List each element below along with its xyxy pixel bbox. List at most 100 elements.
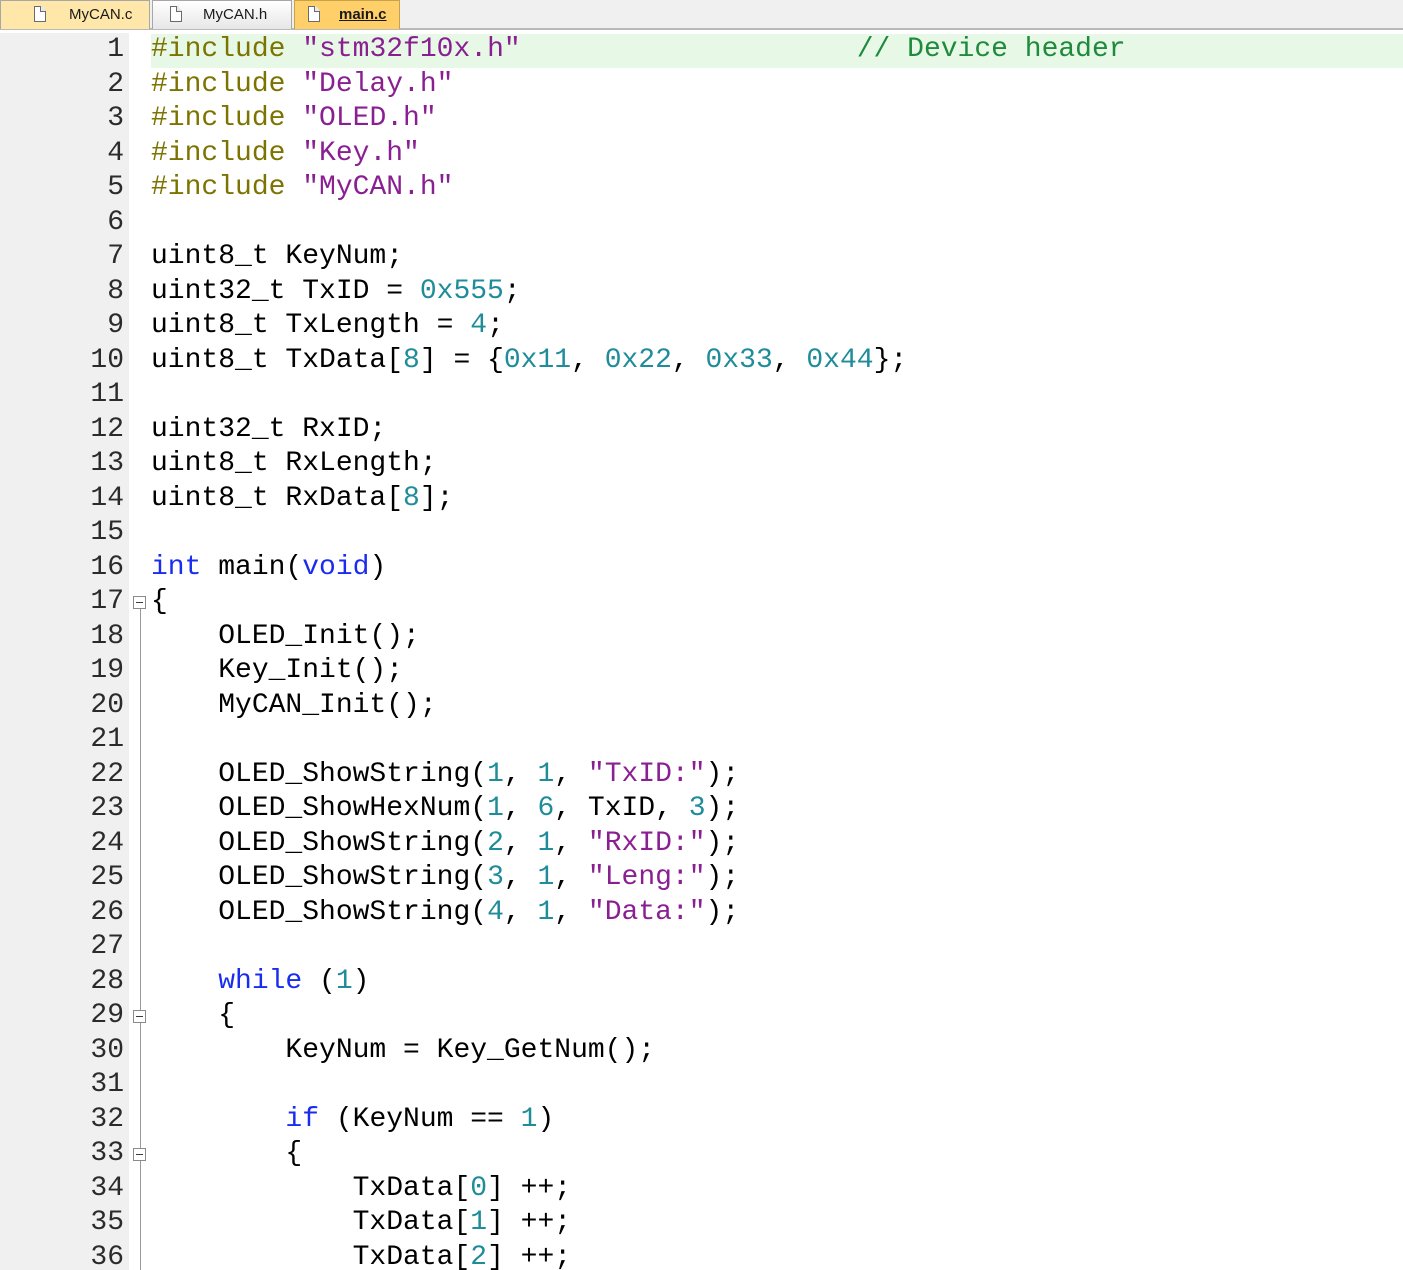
- code-token: ,: [503, 896, 538, 928]
- editor-tab-bar: MyCAN.c MyCAN.h main.c: [0, 0, 1403, 30]
- code-line[interactable]: 4 #include "Key.h": [0, 137, 1403, 172]
- code-token: TxData[: [151, 1241, 471, 1270]
- line-number: 22: [90, 758, 124, 790]
- code-line[interactable]: 27: [0, 930, 1403, 965]
- line-number: 20: [90, 689, 124, 721]
- line-number: 11: [90, 379, 124, 410]
- code-token: 1: [335, 965, 353, 997]
- code-token: OLED_ShowString(: [151, 827, 488, 859]
- code-line[interactable]: 10 uint8_t TxData[8] = {0x11, 0x22, 0x33,…: [0, 344, 1403, 379]
- line-number: 28: [90, 965, 124, 997]
- code-line[interactable]: 29 {: [0, 999, 1403, 1034]
- code-token: "Key.h": [302, 137, 420, 169]
- code-token: "stm32f10x.h": [302, 34, 521, 65]
- line-number: 8: [107, 275, 124, 307]
- code-line[interactable]: 31: [0, 1068, 1403, 1103]
- code-token: ;: [503, 275, 521, 307]
- code-line[interactable]: 9 uint8_t TxLength = 4;: [0, 309, 1403, 344]
- tab-mycan-h[interactable]: MyCAN.h: [152, 0, 292, 29]
- line-code: #include "Key.h": [151, 137, 420, 171]
- code-line[interactable]: 22 OLED_ShowString(1, 1, "TxID:");: [0, 758, 1403, 793]
- code-token: OLED_ShowString(: [151, 896, 488, 928]
- line-number: 33: [90, 1138, 124, 1169]
- code-line[interactable]: 1 #include "stm32f10x.h" // Device header: [0, 33, 1403, 68]
- code-line[interactable]: 26 OLED_ShowString(4, 1, "Data:");: [0, 896, 1403, 931]
- code-line[interactable]: 14 uint8_t RxData[8];: [0, 482, 1403, 517]
- code-editor[interactable]: 1 #include "stm32f10x.h" // Device header…: [0, 33, 1403, 1270]
- code-token: 4: [487, 896, 504, 928]
- code-line[interactable]: 12 uint32_t RxID;: [0, 413, 1403, 448]
- code-token: ,: [554, 827, 588, 859]
- code-token: (KeyNum ==: [319, 1103, 521, 1135]
- code-token: uint32_t RxID;: [151, 413, 387, 445]
- fold-toggle-icon[interactable]: [133, 1010, 146, 1023]
- tab-mycan-c[interactable]: MyCAN.c: [0, 0, 150, 29]
- line-number: 21: [90, 724, 124, 755]
- code-line[interactable]: 8 uint32_t TxID = 0x555;: [0, 275, 1403, 310]
- code-token: );: [705, 793, 740, 824]
- line-code: while (1): [151, 965, 369, 999]
- line-number: 9: [107, 310, 124, 341]
- code-line[interactable]: 5 #include "MyCAN.h": [0, 171, 1403, 206]
- line-code: #include "OLED.h": [151, 102, 437, 136]
- code-line[interactable]: 28 while (1): [0, 965, 1403, 1000]
- code-line[interactable]: 11: [0, 378, 1403, 413]
- line-code: uint8_t KeyNum;: [151, 240, 403, 274]
- code-token: 0: [470, 1172, 488, 1204]
- code-line[interactable]: 33 {: [0, 1137, 1403, 1172]
- code-line[interactable]: 20 MyCAN_Init();: [0, 689, 1403, 724]
- code-token: main(: [201, 551, 303, 583]
- code-line[interactable]: 36 TxData[2] ++;: [0, 1241, 1403, 1270]
- code-token: "OLED.h": [302, 103, 437, 134]
- line-code: int main(void): [151, 551, 386, 585]
- code-token: 2: [487, 827, 504, 859]
- code-line[interactable]: 7 uint8_t KeyNum;: [0, 240, 1403, 275]
- code-line[interactable]: 32 if (KeyNum == 1): [0, 1103, 1403, 1138]
- code-line[interactable]: 18 OLED_Init();: [0, 620, 1403, 655]
- code-line[interactable]: 13 uint8_t RxLength;: [0, 447, 1403, 482]
- code-line[interactable]: 6: [0, 206, 1403, 241]
- line-number: 35: [90, 1207, 124, 1238]
- fold-toggle-icon[interactable]: [133, 596, 146, 609]
- tab-main-c[interactable]: main.c: [294, 0, 400, 29]
- code-line[interactable]: 35 TxData[1] ++;: [0, 1206, 1403, 1241]
- code-line[interactable]: 17 {: [0, 585, 1403, 620]
- code-line[interactable]: 34 TxData[0] ++;: [0, 1172, 1403, 1207]
- code-line[interactable]: 21: [0, 723, 1403, 758]
- code-line[interactable]: 30 KeyNum = Key_GetNum();: [0, 1034, 1403, 1069]
- line-number: 36: [90, 1241, 124, 1270]
- code-line[interactable]: 25 OLED_ShowString(3, 1, "Leng:");: [0, 861, 1403, 896]
- code-token: 1: [487, 758, 504, 790]
- line-number: 5: [107, 172, 124, 203]
- code-line[interactable]: 16 int main(void): [0, 551, 1403, 586]
- code-token: "Delay.h": [302, 68, 454, 100]
- code-token: #include: [151, 103, 303, 134]
- code-line[interactable]: 15: [0, 516, 1403, 551]
- line-code: Key_Init();: [151, 654, 403, 688]
- file-icon: [34, 6, 46, 22]
- line-code: OLED_ShowString(2, 1, "RxID:");: [151, 827, 739, 861]
- line-code: OLED_ShowString(3, 1, "Leng:");: [151, 861, 739, 895]
- code-token: ,: [554, 896, 588, 928]
- code-token: ] = {: [419, 344, 504, 376]
- code-token: #include: [151, 137, 303, 169]
- code-line[interactable]: 24 OLED_ShowString(2, 1, "RxID:");: [0, 827, 1403, 862]
- line-code: if (KeyNum == 1): [151, 1103, 554, 1137]
- code-token: uint8_t TxData[: [151, 344, 404, 376]
- code-line[interactable]: 3 #include "OLED.h": [0, 102, 1403, 137]
- line-code: {: [151, 1137, 302, 1171]
- code-token: "Data:": [587, 896, 706, 928]
- code-line[interactable]: 2 #include "Delay.h": [0, 68, 1403, 103]
- line-number: 27: [90, 931, 124, 962]
- line-code: uint8_t RxLength;: [151, 447, 437, 481]
- line-number: 24: [90, 827, 124, 859]
- line-code: {: [151, 585, 168, 619]
- line-code: {: [151, 999, 235, 1033]
- code-line[interactable]: 19 Key_Init();: [0, 654, 1403, 689]
- code-token: ,: [503, 827, 538, 859]
- line-number: 30: [90, 1034, 124, 1066]
- fold-toggle-icon[interactable]: [133, 1148, 146, 1161]
- code-line[interactable]: 23 OLED_ShowHexNum(1, 6, TxID, 3);: [0, 792, 1403, 827]
- code-token: );: [705, 896, 740, 928]
- line-code: TxData[0] ++;: [151, 1172, 571, 1206]
